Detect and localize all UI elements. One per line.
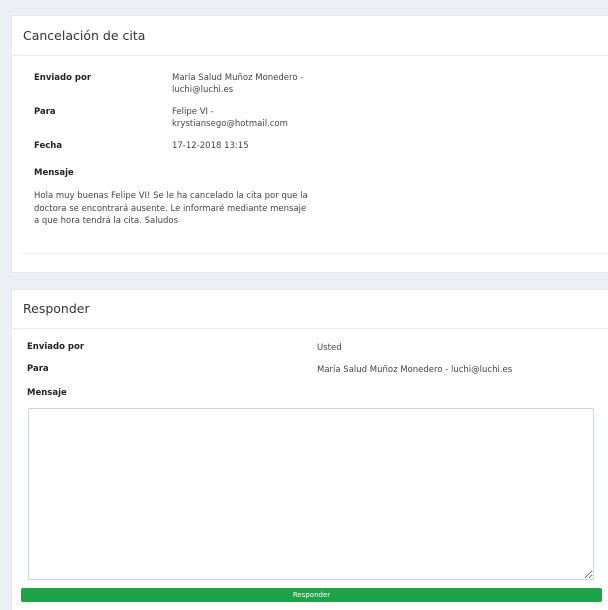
to-label: Para: [34, 107, 56, 117]
reply-sent-by-label: Enviado por: [27, 342, 85, 352]
reply-message-label: Mensaje: [27, 388, 67, 398]
reply-title: Responder: [12, 290, 608, 329]
reply-card: Responder Enviado por Usted Para María S…: [11, 289, 608, 610]
message-title: Cancelación de cita: [12, 16, 608, 56]
message-card: Cancelación de cita Enviado por María Sa…: [11, 15, 608, 273]
reply-message-input[interactable]: [28, 408, 594, 580]
reply-to-value: María Salud Muñoz Monedero - luchi@luchi…: [317, 365, 513, 375]
sent-by-value: María Salud Muñoz Monedero - luchi@luchi…: [172, 73, 304, 95]
date-value: 17-12-2018 13:15: [172, 141, 249, 151]
page: Cancelación de cita Enviado por María Sa…: [0, 0, 608, 610]
divider: [22, 253, 608, 254]
reply-to-label: Para: [27, 364, 49, 374]
sent-by-label: Enviado por: [34, 73, 92, 83]
reply-sent-by-value: Usted: [317, 343, 342, 353]
message-body: Hola muy buenas Felipe VI! Se le ha canc…: [34, 191, 308, 226]
date-label: Fecha: [34, 141, 63, 151]
message-label: Mensaje: [34, 168, 74, 178]
to-value: Felipe VI - krystiansego@hotmail.com: [172, 107, 288, 129]
reply-submit-button[interactable]: Responder: [21, 588, 602, 602]
